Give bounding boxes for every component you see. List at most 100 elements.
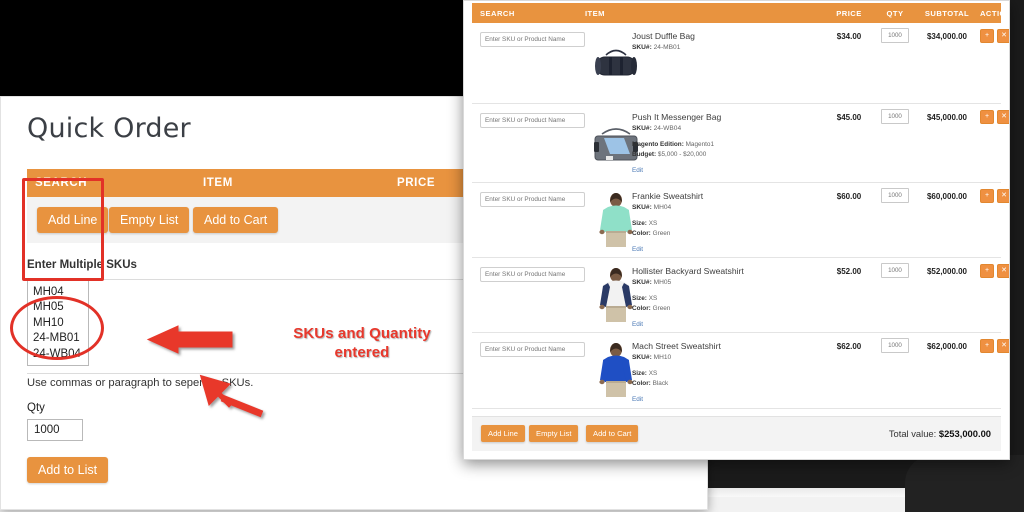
grid-column-action: ACTION [980, 9, 1010, 18]
table-row: Frankie Sweatshirt SKU#: MH04 Size: XSColo… [472, 183, 1001, 258]
add-to-cart-button[interactable]: Add to Cart [193, 207, 278, 233]
edit-options-link[interactable]: Edit [632, 320, 643, 330]
grid-column-price: PRICE [826, 9, 872, 18]
quick-order-grid-panel: SEARCH ITEM PRICE QTY SUBTOTAL ACTION Jo… [463, 0, 1010, 460]
plus-icon[interactable]: + [980, 189, 994, 203]
column-header-search: SEARCH [35, 177, 87, 189]
total-value-label: Total value: [889, 428, 936, 439]
product-info: Hollister Backyard Sweatshirt SKU#: MH05 S… [632, 266, 822, 331]
column-header-price: PRICE [397, 177, 435, 189]
option-0: Size: XS [632, 219, 822, 229]
close-icon[interactable]: ✕ [997, 29, 1010, 43]
option-0: Magento Edition: Magento1 [632, 140, 822, 150]
product-subtotal: $45,000.00 [916, 113, 978, 122]
sku-helper-text: Use commas or paragraph to seperate SKUs… [27, 377, 253, 389]
total-value: Total value: $253,000.00 [889, 428, 991, 439]
close-icon[interactable]: ✕ [997, 189, 1010, 203]
product-price: $52.00 [826, 267, 872, 276]
product-price: $62.00 [826, 342, 872, 351]
product-subtotal: $62,000.00 [916, 342, 978, 351]
grid-header-row: SEARCH ITEM PRICE QTY SUBTOTAL ACTION [472, 3, 1001, 23]
qty-input[interactable] [27, 419, 83, 441]
search-input[interactable] [480, 192, 585, 207]
product-name: Joust Duffle Bag [632, 31, 822, 42]
product-price: $34.00 [826, 32, 872, 41]
option-1: Color: Green [632, 304, 822, 314]
product-info: Mach Street Sweatshirt SKU#: MH10 Size: XS… [632, 341, 822, 406]
close-icon[interactable]: ✕ [997, 110, 1010, 124]
grid-rows: Joust Duffle Bag SKU#: 24-MB01 $34.00 $34,0… [472, 23, 1001, 409]
row-actions: +✕ [980, 189, 1010, 203]
footer-empty-list-button[interactable]: Empty List [529, 425, 578, 442]
product-sku: SKU#: 24-MB01 [632, 44, 822, 51]
qty-label: Qty [27, 402, 45, 414]
product-name: Frankie Sweatshirt [632, 191, 822, 202]
footer-add-to-cart-button[interactable]: Add to Cart [586, 425, 638, 442]
search-input[interactable] [480, 342, 585, 357]
close-icon[interactable]: ✕ [997, 339, 1010, 353]
product-sku: SKU#: MH04 [632, 204, 822, 211]
product-options: Size: XSColor: Black Edit [632, 369, 822, 406]
qty-input[interactable] [881, 338, 909, 353]
multiple-skus-textarea[interactable]: MH04 MH05 MH10 24-MB01 24-WB04 [27, 280, 89, 366]
qty-input[interactable] [881, 263, 909, 278]
product-price: $60.00 [826, 192, 872, 201]
close-icon[interactable]: ✕ [997, 264, 1010, 278]
grid-column-subtotal: SUBTOTAL [916, 9, 978, 18]
row-actions: +✕ [980, 264, 1010, 278]
product-options: Size: XSColor: Green Edit [632, 219, 822, 256]
product-info: Joust Duffle Bag SKU#: 24-MB01 [632, 31, 822, 59]
screenshot-stage: Quick Order SEARCH ITEM PRICE Add Line E… [0, 0, 1024, 512]
table-row: Hollister Backyard Sweatshirt SKU#: MH05 S… [472, 258, 1001, 333]
grid-footer: Add Line Empty List Add to Cart Total va… [472, 416, 1001, 451]
page-title: Quick Order [27, 113, 191, 144]
plus-icon[interactable]: + [980, 29, 994, 43]
grid-column-search: SEARCH [480, 9, 515, 18]
product-subtotal: $34,000.00 [916, 32, 978, 41]
option-0: Size: XS [632, 369, 822, 379]
plus-icon[interactable]: + [980, 110, 994, 124]
add-line-button[interactable]: Add Line [37, 207, 108, 233]
product-info: Frankie Sweatshirt SKU#: MH04 Size: XSColo… [632, 191, 822, 256]
table-row: Joust Duffle Bag SKU#: 24-MB01 $34.00 $34,0… [472, 23, 1001, 104]
column-header-item: ITEM [203, 177, 233, 189]
edit-options-link[interactable]: Edit [632, 245, 643, 255]
option-1: Color: Black [632, 379, 822, 389]
plus-icon[interactable]: + [980, 264, 994, 278]
table-row: Mach Street Sweatshirt SKU#: MH10 Size: XS… [472, 333, 1001, 409]
product-name: Hollister Backyard Sweatshirt [632, 266, 822, 277]
product-name: Mach Street Sweatshirt [632, 341, 822, 352]
product-sku: SKU#: MH05 [632, 279, 822, 286]
qty-input[interactable] [881, 188, 909, 203]
qty-input[interactable] [881, 28, 909, 43]
option-1: Color: Green [632, 229, 822, 239]
row-actions: +✕ [980, 29, 1010, 43]
product-name: Push It Messenger Bag [632, 112, 822, 123]
enter-multiple-skus-label: Enter Multiple SKUs [27, 259, 137, 271]
product-sku: SKU#: MH10 [632, 354, 822, 361]
option-1: Budget: $5,000 - $20,000 [632, 150, 822, 160]
product-info: Push It Messenger Bag SKU#: 24-WB04 Magent… [632, 112, 822, 177]
table-row: Push It Messenger Bag SKU#: 24-WB04 Magent… [472, 104, 1001, 183]
product-subtotal: $60,000.00 [916, 192, 978, 201]
search-input[interactable] [480, 267, 585, 282]
add-to-list-button[interactable]: Add to List [27, 457, 108, 483]
search-input[interactable] [480, 32, 585, 47]
search-input[interactable] [480, 113, 585, 128]
option-0: Size: XS [632, 294, 822, 304]
grid-column-item: ITEM [585, 9, 605, 18]
qty-input[interactable] [881, 109, 909, 124]
product-sku: SKU#: 24-WB04 [632, 125, 822, 132]
dark-rounded-corner [905, 455, 1024, 512]
product-subtotal: $52,000.00 [916, 267, 978, 276]
row-actions: +✕ [980, 110, 1010, 124]
total-value-amount: $253,000.00 [939, 428, 991, 439]
footer-add-line-button[interactable]: Add Line [481, 425, 525, 442]
edit-options-link[interactable]: Edit [632, 166, 643, 176]
empty-list-button[interactable]: Empty List [109, 207, 189, 233]
plus-icon[interactable]: + [980, 339, 994, 353]
product-price: $45.00 [826, 113, 872, 122]
row-actions: +✕ [980, 339, 1010, 353]
edit-options-link[interactable]: Edit [632, 395, 643, 405]
product-options: Magento Edition: Magento1Budget: $5,000 … [632, 140, 822, 177]
